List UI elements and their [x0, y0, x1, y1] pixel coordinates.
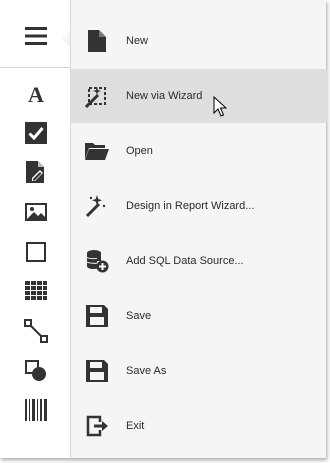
- toolbox-divider: [0, 67, 70, 68]
- svg-text:A: A: [28, 83, 44, 105]
- menu-item-label: Save As: [126, 365, 167, 377]
- menu-item-design-in-report-wizard[interactable]: Design in Report Wizard...: [71, 179, 327, 233]
- menu-item-add-sql-data-source[interactable]: Add SQL Data Source...: [71, 234, 327, 288]
- menu-item-save-as[interactable]: Save As: [71, 344, 327, 398]
- designer-panel: A New New via Wizard Open Design in Repo…: [0, 0, 327, 458]
- shape-icon[interactable]: [23, 358, 49, 384]
- mouse-cursor-icon: [213, 95, 228, 123]
- line-icon[interactable]: [23, 318, 49, 344]
- save-as-icon: [85, 359, 109, 383]
- menu-item-label: Save: [126, 310, 152, 322]
- folder-icon: [85, 139, 109, 163]
- rich-text-icon[interactable]: [23, 159, 49, 185]
- picture-box-icon[interactable]: [23, 199, 49, 225]
- magic-wand-icon: [85, 194, 109, 218]
- panel-icon[interactable]: [23, 239, 49, 265]
- menu-item-open[interactable]: Open: [71, 124, 327, 178]
- menu-item-label: Exit: [126, 420, 145, 432]
- wizard-wand-icon: [85, 84, 109, 108]
- new-document-icon: [85, 29, 109, 53]
- menu-pointer: [62, 31, 70, 47]
- label-icon[interactable]: A: [23, 81, 49, 107]
- exit-icon: [85, 414, 109, 438]
- menu-item-label: Design in Report Wizard...: [126, 200, 255, 212]
- toolbox: A: [0, 0, 70, 458]
- save-icon: [85, 304, 109, 328]
- menu-item-exit[interactable]: Exit: [71, 399, 327, 453]
- menu-item-label: New: [126, 35, 149, 47]
- menu-item-new-via-wizard[interactable]: New via Wizard: [71, 69, 327, 123]
- menu-item-label: New via Wizard: [126, 90, 203, 102]
- table-icon[interactable]: [23, 278, 49, 304]
- database-add-icon: [85, 249, 109, 273]
- menu-item-label: Add SQL Data Source...: [126, 255, 244, 267]
- menu-item-label: Open: [126, 145, 153, 157]
- menu-item-save[interactable]: Save: [71, 289, 327, 343]
- menu-item-new[interactable]: New: [71, 14, 327, 68]
- hamburger-menu-icon[interactable]: [23, 23, 49, 49]
- barcode-icon[interactable]: [23, 397, 49, 423]
- checkbox-icon[interactable]: [23, 120, 49, 146]
- file-menu: New New via Wizard Open Design in Report…: [70, 0, 327, 458]
